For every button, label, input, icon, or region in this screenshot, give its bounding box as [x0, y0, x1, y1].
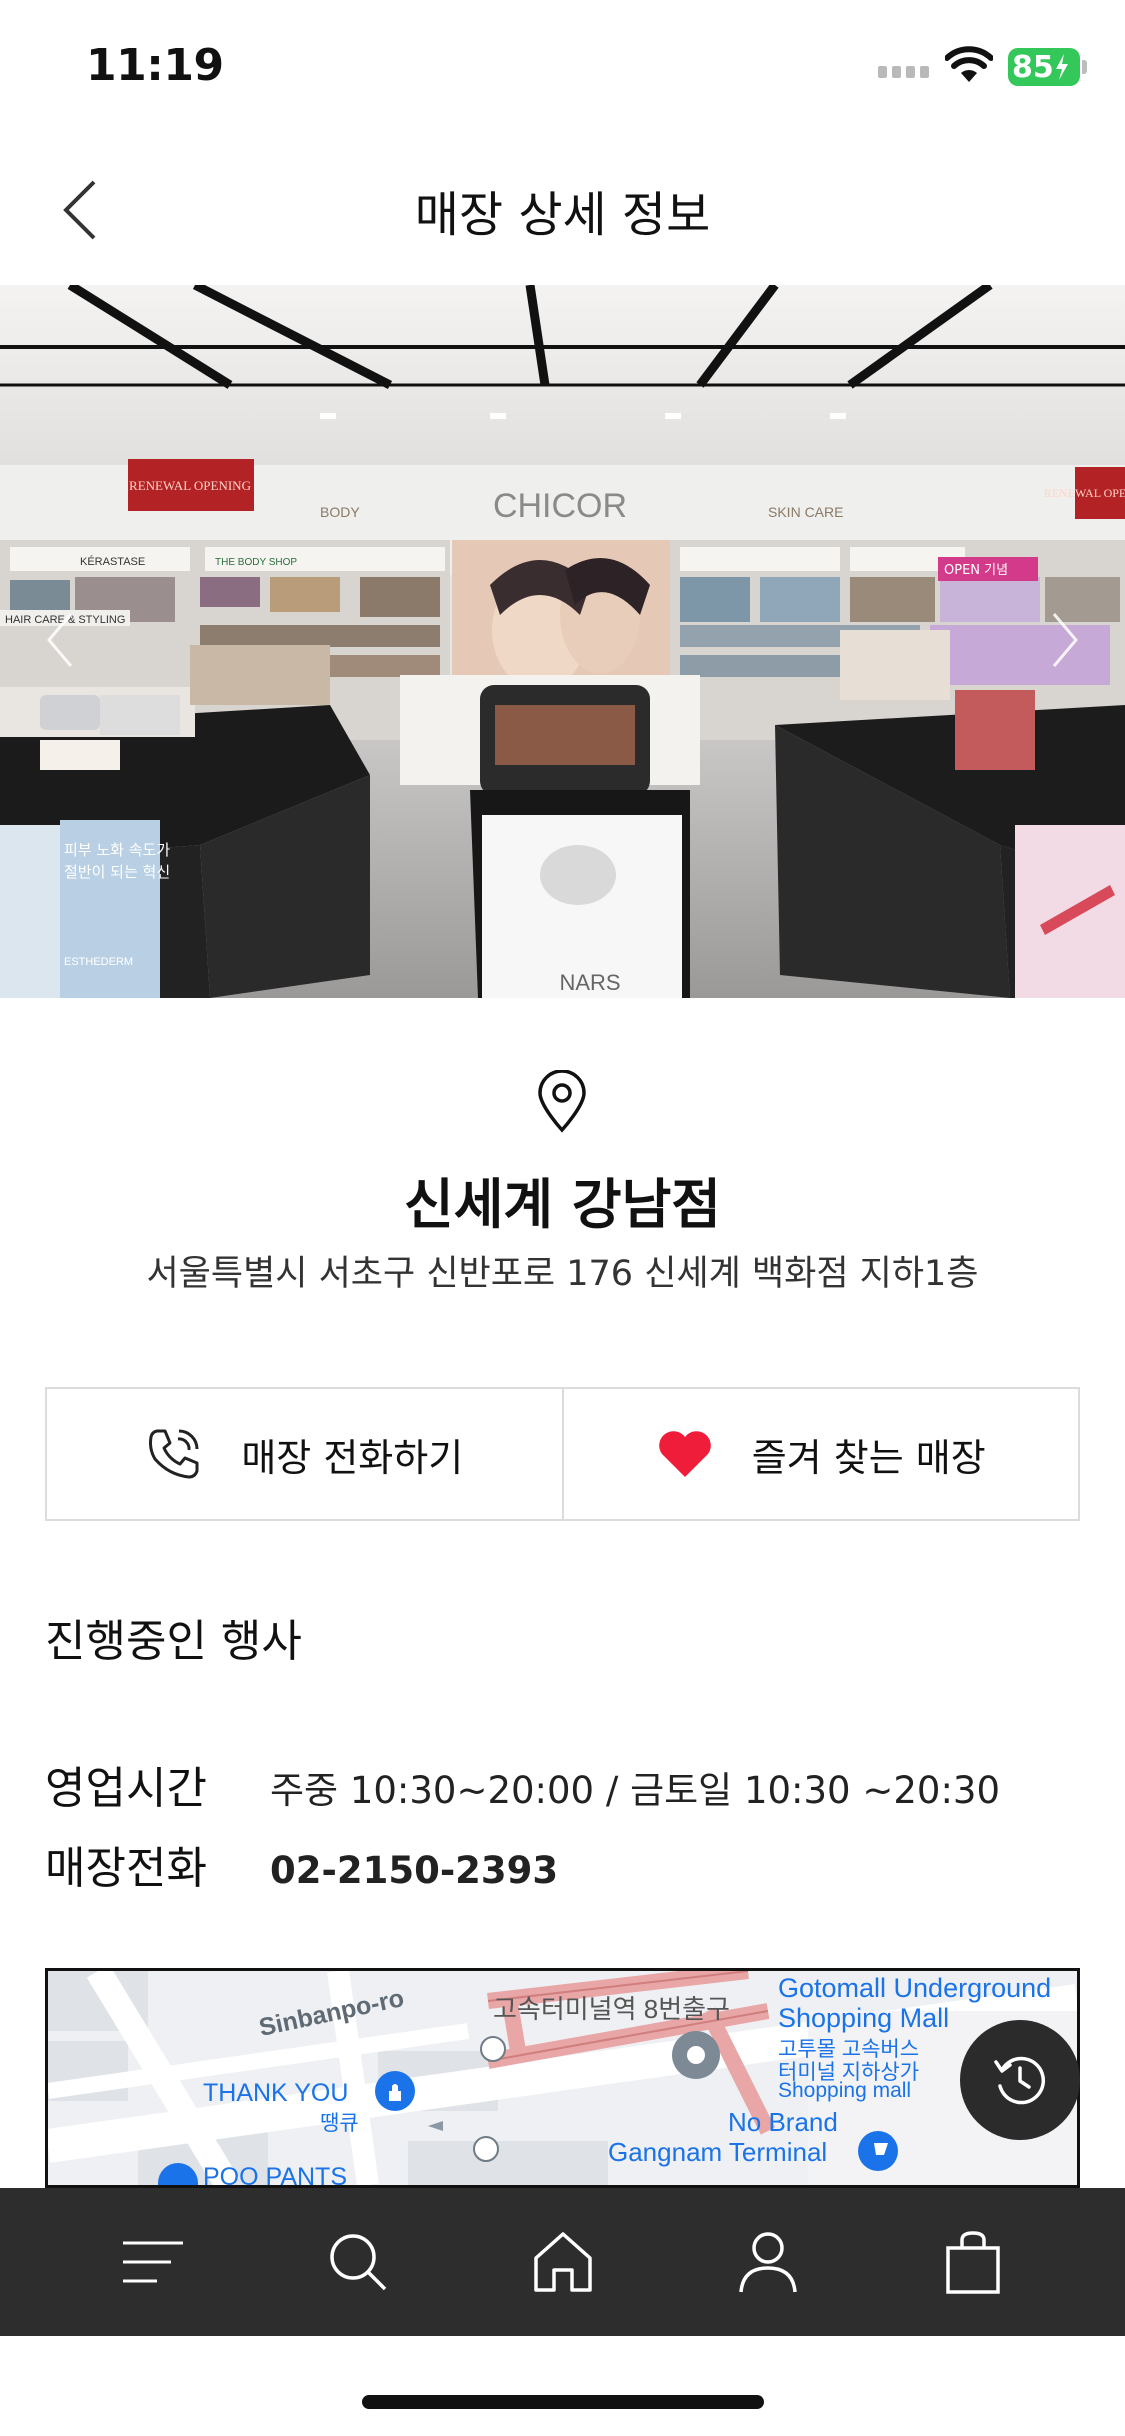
hours-row: 영업시간 주중 10:30~20:00 / 금토일 10:30 ~20:30 [45, 1752, 1000, 1816]
map-label-gotomall-1: Gotomall Underground [778, 1973, 1052, 2003]
store-name: 신세계 강남점 [404, 1173, 721, 1236]
page-header: 매장 상세 정보 [0, 135, 1125, 285]
renewal-sign-left: RENEWAL OPENING [129, 478, 251, 493]
store-photo[interactable]: RENEWAL OPENING RENEWAL OPENING BODY CHI… [0, 285, 1125, 998]
recent-history-button[interactable] [960, 2020, 1080, 2140]
status-time: 11:19 [86, 40, 224, 91]
hours-value: 주중 10:30~20:00 / 금토일 10:30 ~20:30 [270, 1769, 1000, 1812]
sign-body: BODY [320, 504, 360, 520]
map-label-thankyou: THANK YOU [203, 2079, 349, 2107]
status-bar: 11:19 85 [0, 0, 1125, 135]
poster-text-1: 피부 노화 속도가 [64, 841, 170, 859]
user-icon [738, 2232, 797, 2293]
hero-next-button[interactable] [1035, 605, 1095, 675]
hero-prev-button[interactable] [30, 605, 90, 675]
search-icon [329, 2234, 386, 2291]
renewal-sign-right: RENEWAL OPENING [1044, 486, 1125, 500]
phone-value[interactable]: 02-2150-2393 [270, 1849, 558, 1892]
battery-indicator: 85 [1008, 48, 1080, 86]
map-label-terminal: Gangnam Terminal [608, 2137, 828, 2167]
nav-menu[interactable] [108, 2217, 198, 2307]
bag-icon [945, 2231, 1000, 2294]
nav-profile[interactable] [723, 2217, 813, 2307]
menu-icon [122, 2241, 183, 2283]
store-address: 서울특별시 서초구 신반포로 176 신세계 백화점 지하1층 [146, 1254, 979, 1294]
sign-body-shop: THE BODY SHOP [215, 557, 297, 568]
map-pin-icon [536, 1069, 588, 1134]
poster-nars: NARS [559, 970, 620, 995]
chevron-right-icon [1052, 613, 1078, 667]
call-store-label: 매장 전화하기 [241, 1435, 464, 1480]
battery-level: 85 [1012, 49, 1054, 85]
store-map[interactable]: Sinbanpo-ro 고속터미널역 8번출구 Gotomall Undergr… [45, 1968, 1080, 2188]
chevron-left-icon [47, 613, 73, 667]
phone-icon [149, 1429, 199, 1479]
charging-bolt-icon [1055, 54, 1068, 80]
call-store-button[interactable]: 매장 전화하기 [47, 1389, 562, 1519]
wifi-icon [944, 46, 994, 88]
nav-home[interactable] [518, 2217, 608, 2307]
nav-search[interactable] [313, 2217, 403, 2307]
home-icon [533, 2232, 592, 2292]
history-icon [994, 2056, 1046, 2105]
map-label-nobrand: No Brand [728, 2107, 838, 2137]
favorite-store-button[interactable]: 즐겨 찾는 매장 [561, 1389, 1079, 1519]
phone-row: 매장전화 02-2150-2393 [45, 1832, 558, 1896]
bottom-nav [0, 2188, 1125, 2336]
sign-kerastase: KÉRASTASE [80, 555, 145, 568]
home-indicator [362, 2395, 764, 2409]
battery-cap [1082, 60, 1087, 74]
nav-cart[interactable] [928, 2217, 1018, 2307]
map-label-exit: 고속터미널역 8번출구 [493, 1994, 730, 2024]
heart-icon [658, 1431, 711, 1477]
map-label-gotomall-ko-3: Shopping mall [778, 2079, 912, 2102]
sign-skin-care: SKIN CARE [768, 504, 843, 520]
store-actions: 매장 전화하기 즐겨 찾는 매장 [45, 1387, 1080, 1521]
cellular-signal-icon [878, 66, 929, 78]
events-section-title: 진행중인 행사 [45, 1616, 302, 1667]
map-label-ttangkyu: 땡큐 [320, 2112, 359, 2135]
map-label-gotomall-2: Shopping Mall [778, 2003, 950, 2033]
favorite-store-label: 즐겨 찾는 매장 [751, 1435, 986, 1480]
phone-label: 매장전화 [45, 1843, 207, 1894]
poster-text-2: 절반이 되는 혁신 [64, 863, 170, 881]
sign-open-event: OPEN 기념 [944, 563, 1008, 578]
sign-chicor: CHICOR [493, 487, 627, 525]
map-label-poo: POO PANTS [203, 2163, 348, 2188]
poster-brand: ESTHEDERM [64, 956, 133, 968]
page-title: 매장 상세 정보 [414, 187, 711, 243]
hours-label: 영업시간 [45, 1763, 207, 1814]
